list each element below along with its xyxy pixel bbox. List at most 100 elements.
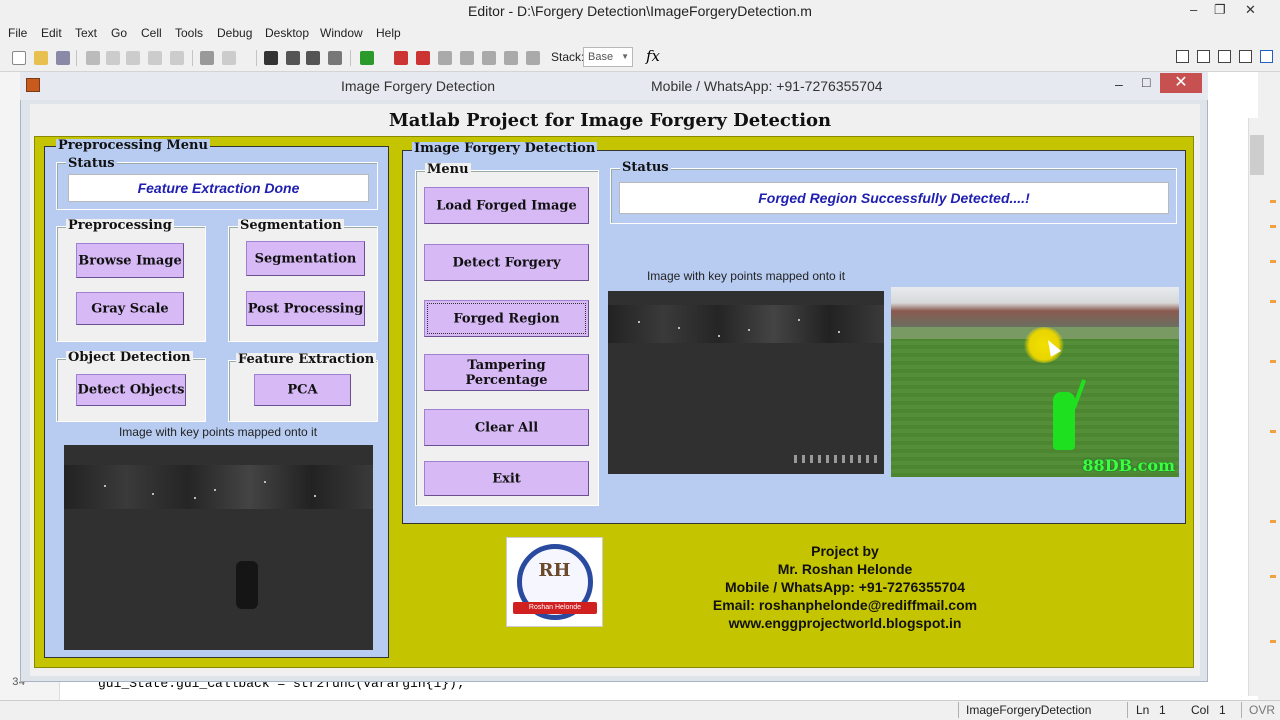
- credits-line-author: Mr. Roshan Helonde: [777, 561, 913, 577]
- tampering-percentage-button[interactable]: Tampering Percentage: [424, 354, 589, 391]
- menu-text[interactable]: Text: [75, 26, 97, 40]
- credits-line-website: www.enggprojectworld.blogspot.in: [728, 615, 962, 631]
- marker-tick: [1270, 520, 1276, 523]
- image-watermark: 88DB.com: [1082, 456, 1175, 475]
- step-icon[interactable]: [438, 51, 452, 65]
- fx-button[interactable]: fx: [646, 47, 660, 65]
- feature-extraction-title: Feature Extraction: [236, 352, 377, 367]
- status-filename: ImageForgeryDetection: [966, 703, 1092, 717]
- credits-line-project-by: Project by: [811, 543, 879, 559]
- breakpoint-icon[interactable]: [394, 51, 408, 65]
- figure-close-button[interactable]: ✕: [1160, 73, 1202, 93]
- maximize-window-icon[interactable]: [1260, 50, 1273, 63]
- marker-tick: [1270, 300, 1276, 303]
- redo-icon[interactable]: [170, 51, 184, 65]
- figure-title-contact: Mobile / WhatsApp: +91-7276355704: [651, 78, 883, 94]
- tile-grid-icon[interactable]: [1176, 50, 1189, 63]
- continue-icon[interactable]: [504, 51, 518, 65]
- float-window-icon[interactable]: [1239, 50, 1252, 63]
- forward-arrow-icon[interactable]: [306, 51, 320, 65]
- stack-label: Stack:: [551, 50, 585, 64]
- logo-ribbon-text: Roshan Helonde: [528, 604, 582, 611]
- open-folder-icon[interactable]: [34, 51, 48, 65]
- keypoints-image-right: [608, 291, 884, 474]
- menu-help[interactable]: Help: [376, 26, 401, 40]
- figure-minimize-button[interactable]: –: [1115, 76, 1123, 92]
- status-title: Status: [66, 156, 117, 171]
- detect-forgery-button[interactable]: Detect Forgery: [424, 244, 589, 281]
- clear-breakpoints-icon[interactable]: [416, 51, 430, 65]
- exit-debug-icon[interactable]: [526, 51, 540, 65]
- copy-icon[interactable]: [106, 51, 120, 65]
- save-icon[interactable]: [56, 51, 70, 65]
- preprocessing-menu-title: Preprocessing Menu: [56, 138, 210, 153]
- marker-tick: [1270, 360, 1276, 363]
- logo-ribbon: Roshan Helonde: [513, 602, 597, 614]
- forged-region-button[interactable]: Forged Region: [424, 300, 589, 337]
- function-browser-icon[interactable]: [328, 51, 342, 65]
- figure-maximize-button[interactable]: □: [1142, 74, 1150, 90]
- menu-edit[interactable]: Edit: [41, 26, 62, 40]
- marker-tick: [1270, 260, 1276, 263]
- marker-tick: [1270, 640, 1276, 643]
- marker-tick: [1270, 430, 1276, 433]
- indent-icon[interactable]: [222, 51, 236, 65]
- menu-cell[interactable]: Cell: [141, 26, 162, 40]
- gray-scale-button[interactable]: Gray Scale: [76, 292, 184, 325]
- detected-player-region: [1053, 392, 1075, 450]
- forged-region-image: 88DB.com: [891, 287, 1179, 477]
- status-ovr: OVR: [1249, 703, 1276, 717]
- forgery-status-title: Status: [620, 160, 671, 175]
- menu-go[interactable]: Go: [111, 26, 127, 40]
- segmentation-button[interactable]: Segmentation: [246, 241, 365, 276]
- editor-minimize-button[interactable]: –: [1190, 2, 1197, 17]
- menu-desktop[interactable]: Desktop: [265, 26, 309, 40]
- figure-titlebar[interactable]: [20, 72, 1208, 100]
- main-heading: Matlab Project for Image Forgery Detecti…: [388, 110, 832, 131]
- editor-restore-button[interactable]: ❐: [1214, 2, 1226, 18]
- find-icon[interactable]: [264, 51, 278, 65]
- browse-image-button[interactable]: Browse Image: [76, 243, 184, 278]
- new-file-icon[interactable]: [12, 51, 26, 65]
- marker-tick: [1270, 575, 1276, 578]
- forgery-panel-title: Image Forgery Detection: [412, 141, 598, 156]
- menu-window[interactable]: Window: [320, 26, 363, 40]
- credits-block: Project by Mr. Roshan Helonde Mobile / W…: [680, 542, 1010, 632]
- stack-select[interactable]: Base ▼: [583, 47, 633, 67]
- object-detection-title: Object Detection: [66, 350, 193, 365]
- status-ln-value: 1: [1159, 703, 1166, 717]
- menu-tools[interactable]: Tools: [175, 26, 203, 40]
- stack-value: Base: [588, 51, 614, 63]
- post-processing-button[interactable]: Post Processing: [246, 291, 365, 326]
- load-forged-image-button[interactable]: Load Forged Image: [424, 187, 589, 224]
- keypoints-image-left: [64, 445, 373, 650]
- chevron-down-icon: ▼: [621, 52, 629, 61]
- editor-title: Editor - D:\Forgery Detection\ImageForge…: [468, 3, 812, 19]
- run-icon[interactable]: [360, 51, 374, 65]
- forgery-menu-title: Menu: [425, 162, 471, 177]
- paste-icon[interactable]: [126, 51, 140, 65]
- cut-icon[interactable]: [86, 51, 100, 65]
- step-in-icon[interactable]: [460, 51, 474, 65]
- editor-scrollbar[interactable]: [1248, 118, 1268, 696]
- editor-scrollbar-thumb[interactable]: [1250, 135, 1264, 175]
- print-icon[interactable]: [200, 51, 214, 65]
- menu-debug[interactable]: Debug: [217, 26, 252, 40]
- split-horizontal-icon[interactable]: [1218, 50, 1231, 63]
- back-arrow-icon[interactable]: [286, 51, 300, 65]
- editor-close-button[interactable]: ✕: [1245, 2, 1256, 18]
- preprocessing-status-text: Feature Extraction Done: [68, 174, 369, 202]
- step-out-icon[interactable]: [482, 51, 496, 65]
- logo-monogram: RH: [538, 560, 571, 581]
- undo-icon[interactable]: [148, 51, 162, 65]
- pca-button[interactable]: PCA: [254, 374, 351, 406]
- split-vertical-icon[interactable]: [1197, 50, 1210, 63]
- menubar: File Edit Text Go Cell Tools Debug Deskt…: [0, 22, 1280, 44]
- exit-button[interactable]: Exit: [424, 461, 589, 496]
- status-col-value: 1: [1219, 703, 1226, 717]
- author-logo: RH Roshan Helonde: [506, 537, 603, 627]
- menu-file[interactable]: File: [8, 26, 27, 40]
- keypoints-caption-left: Image with key points mapped onto it: [118, 425, 318, 439]
- clear-all-button[interactable]: Clear All: [424, 409, 589, 446]
- detect-objects-button[interactable]: Detect Objects: [76, 374, 186, 406]
